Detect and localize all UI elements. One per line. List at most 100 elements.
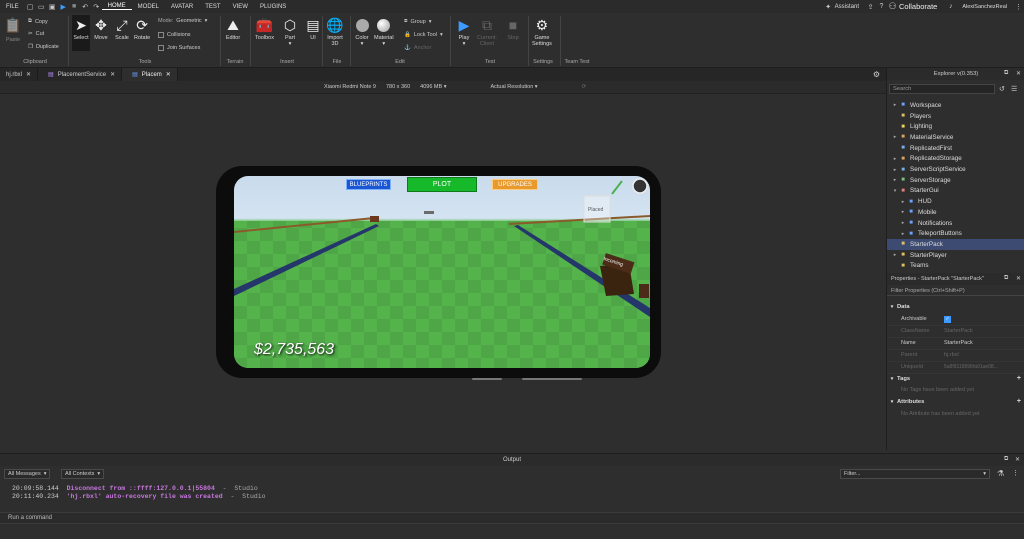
group-button[interactable]: ⧈ Group ▾ [404, 18, 432, 25]
menu-tab-avatar[interactable]: AVATAR [165, 4, 199, 10]
attributes-section-header[interactable]: ▾ Attributes + [887, 396, 1024, 407]
current-client-button[interactable]: ⧉ Current: Client [477, 17, 497, 48]
cut-button[interactable]: ✂ Cut [28, 31, 44, 37]
close-icon[interactable]: ✕ [1016, 70, 1021, 77]
history-icon[interactable]: ↺ [999, 85, 1005, 93]
select-button[interactable]: ➤ Select [72, 15, 90, 51]
chevron-right-icon[interactable]: ▸ [899, 231, 907, 237]
explorer-item-teleportbuttons[interactable]: ▸ ■ TeleportButtons [887, 228, 1024, 239]
game-menu-icon[interactable] [632, 178, 648, 194]
chevron-right-icon[interactable]: ▸ [891, 167, 899, 173]
play-quick-icon[interactable]: ▶ [58, 2, 69, 11]
tab-hj-rbxl[interactable]: hj.rbxl ✕ [0, 68, 39, 81]
ui-button[interactable]: ▤ UI [305, 17, 321, 41]
assistant-button[interactable]: Assistant [834, 4, 865, 10]
prop-name[interactable]: Name StarterPack [887, 338, 1024, 350]
explorer-item-materialservice[interactable]: ▸ ■ MaterialService [887, 132, 1024, 143]
command-bar-input[interactable]: Run a command [0, 512, 1024, 524]
archivable-checkbox[interactable]: ✓ [944, 315, 951, 323]
close-icon[interactable]: ✕ [1016, 275, 1021, 282]
chevron-right-icon[interactable]: ▸ [899, 199, 907, 205]
explorer-item-starterpack[interactable]: ■ StarterPack [887, 239, 1024, 250]
share-icon[interactable]: ⇪ [865, 2, 876, 11]
chevron-down-icon[interactable]: ▾ [891, 188, 899, 194]
close-icon[interactable]: ✕ [110, 71, 115, 78]
explorer-item-lighting[interactable]: ■ Lighting [887, 121, 1024, 132]
copy-button[interactable]: ⧉ Copy [28, 18, 48, 25]
stop-quick-icon[interactable]: ■ [69, 2, 80, 11]
toolbox-button[interactable]: 🧰 Toolbox [255, 17, 274, 41]
add-tag-icon[interactable]: + [1017, 375, 1024, 382]
play-button[interactable]: ▶ Play ▾ [456, 17, 472, 48]
tab-placem[interactable]: ▤ Placem ✕ [122, 68, 178, 81]
collaborate-button[interactable]: Collaborate [898, 2, 945, 11]
memory-select[interactable]: 4096 MB ▾ [420, 84, 446, 90]
lock-tool-button[interactable]: 🔒 Lock Tool ▾ [404, 32, 443, 38]
redo-icon[interactable]: ↷ [91, 2, 102, 11]
chevron-right-icon[interactable]: ▸ [899, 209, 907, 215]
save-icon[interactable]: ▣ [47, 2, 58, 11]
explorer-item-serverstorage[interactable]: ▸ ■ ServerStorage [887, 175, 1024, 186]
blueprints-button[interactable]: BLUEPRINTS [346, 179, 391, 190]
explorer-item-notifications[interactable]: ▸ ■ Notifications [887, 218, 1024, 229]
more-icon[interactable]: ⋮ [1013, 2, 1024, 11]
anchor-button[interactable]: ⚓ Anchor [404, 45, 431, 51]
explorer-item-replicatedstorage[interactable]: ▸ ■ ReplicatedStorage [887, 154, 1024, 165]
chevron-right-icon[interactable]: ▸ [899, 220, 907, 226]
output-filter-input[interactable]: Filter... ▾ [840, 469, 990, 479]
paste-button[interactable]: 📋 Paste [4, 17, 21, 43]
explorer-item-teams[interactable]: ■ Teams [887, 261, 1024, 272]
menu-file[interactable]: FILE [0, 4, 25, 10]
material-button[interactable]: Material ▾ [374, 17, 394, 48]
popout-icon[interactable]: ⧉ [1004, 456, 1008, 463]
explorer-item-players[interactable]: ■ Players [887, 111, 1024, 122]
bell-icon[interactable]: ♪ [945, 2, 956, 11]
explorer-item-serverscriptservice[interactable]: ▸ ■ ServerScriptService [887, 164, 1024, 175]
properties-filter-input[interactable]: Filter Properties (Ctrl+Shift+P) [887, 286, 1024, 296]
tab-settings-button[interactable]: ⚙ [867, 68, 886, 81]
help-icon[interactable]: ? [876, 2, 887, 11]
actual-resolution-select[interactable]: Actual Resolution ▾ [490, 84, 537, 90]
upgrades-button[interactable]: UPGRADES [492, 179, 538, 190]
menu-tab-view[interactable]: VIEW [227, 4, 254, 10]
terrain-editor-button[interactable]: ⛰ Editor [225, 17, 241, 41]
close-icon[interactable]: ✕ [166, 71, 171, 78]
join-surfaces-checkbox[interactable] [158, 45, 164, 51]
duplicate-button[interactable]: ❐ Duplicate [28, 44, 59, 50]
add-attribute-icon[interactable]: + [1017, 398, 1024, 405]
tags-section-header[interactable]: ▾ Tags + [887, 373, 1024, 384]
collisions-checkbox[interactable] [158, 32, 164, 38]
chevron-right-icon[interactable]: ▸ [891, 102, 899, 108]
explorer-item-hud[interactable]: ▸ ■ HUD [887, 196, 1024, 207]
close-icon[interactable]: ✕ [1015, 456, 1020, 463]
filter-icon[interactable]: ☰ [1011, 85, 1017, 93]
chevron-right-icon[interactable]: ▸ [891, 156, 899, 162]
tab-placementservice[interactable]: ▤ PlacementService ✕ [38, 68, 123, 81]
close-icon[interactable]: ✕ [26, 71, 31, 78]
more-icon[interactable]: ⋮ [1012, 469, 1019, 477]
all-messages-select[interactable]: All Messages ▾ [4, 469, 51, 479]
rotate-device-icon[interactable]: ⟳ [582, 84, 587, 90]
rotate-button[interactable]: ⟳ Rotate [134, 17, 150, 41]
explorer-item-starterplayer[interactable]: ▸ ■ StarterPlayer [887, 250, 1024, 261]
prop-archivable[interactable]: Archivable ✓ [887, 314, 1024, 326]
part-button[interactable]: ⬡ Part ▾ [282, 17, 298, 48]
scale-button[interactable]: ⤢ Scale [114, 17, 130, 41]
import-3d-button[interactable]: 🌐 Import 3D [326, 17, 343, 48]
open-folder-icon[interactable]: ▭ [36, 2, 47, 11]
popout-icon[interactable]: ⧉ [1004, 275, 1008, 282]
game-settings-button[interactable]: ⚙ Game Settings [532, 17, 552, 48]
chevron-right-icon[interactable]: ▸ [891, 134, 899, 140]
plot-button[interactable]: PLOT [407, 177, 477, 192]
explorer-search-input[interactable]: Search [889, 84, 995, 94]
chevron-right-icon[interactable]: ▸ [891, 177, 899, 183]
clear-output-icon[interactable]: ⚗ [997, 469, 1004, 478]
device-select[interactable]: Xiaomi Redmi Note 9 [324, 84, 376, 90]
collisions-toggle[interactable]: Collisions [158, 32, 191, 38]
username[interactable]: AlexiSanchezReal [956, 4, 1013, 10]
move-button[interactable]: ✥ Move [93, 17, 109, 41]
all-contexts-select[interactable]: All Contexts ▾ [61, 469, 105, 479]
undo-icon[interactable]: ↶ [80, 2, 91, 11]
viewport-3d[interactable]: Incoming Placed BLUEPRINTS PLOT UPGRADES… [0, 94, 886, 450]
mode-select[interactable]: Mode: Geometric ▾ [158, 18, 207, 24]
